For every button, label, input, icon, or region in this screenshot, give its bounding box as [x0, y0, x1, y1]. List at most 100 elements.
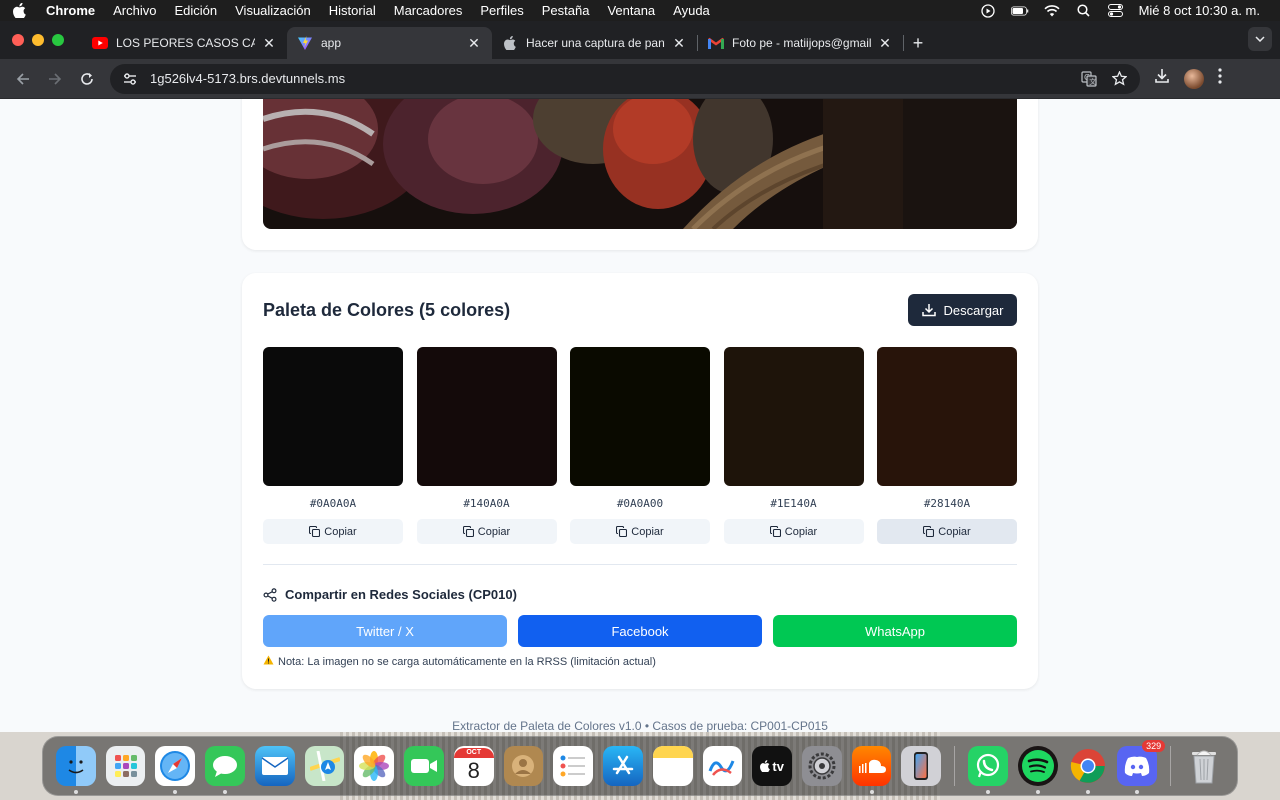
soundcloud-icon[interactable] [851, 746, 892, 794]
url-text[interactable]: 1g526lv4-5173.brs.devtunnels.ms [150, 71, 1070, 86]
copy-button[interactable]: Copiar [723, 519, 864, 544]
divider [263, 564, 1017, 565]
contacts-icon[interactable] [503, 746, 544, 786]
share-section-title: Compartir en Redes Sociales (CP010) [263, 587, 517, 602]
maximize-window-button[interactable] [52, 34, 64, 46]
safari-icon[interactable] [155, 746, 196, 794]
color-swatch[interactable] [416, 347, 557, 486]
menu-edicion[interactable]: Edición [174, 3, 217, 18]
tab-captura[interactable]: Hacer una captura de pantalla ✕ [492, 27, 697, 59]
macos-menu-bar: Chrome Archivo Edición Visualización His… [0, 0, 1280, 21]
iphone-mirroring-icon[interactable] [901, 746, 942, 786]
color-swatch[interactable] [723, 347, 864, 486]
tab-youtube[interactable]: LOS PEORES CASOS CAPTAD ✕ [82, 27, 287, 59]
clock-datetime[interactable]: Mié 8 oct 10:30 a. m. [1139, 3, 1260, 18]
address-bar[interactable]: 1g526lv4-5173.brs.devtunnels.ms G文 [110, 63, 1140, 94]
wifi-icon[interactable] [1043, 4, 1061, 18]
svg-text:文: 文 [1089, 77, 1096, 86]
reload-button[interactable] [72, 64, 102, 94]
whatsapp-icon[interactable] [968, 746, 1008, 794]
close-tab-icon[interactable]: ✕ [466, 35, 482, 52]
tab-search-button[interactable] [1248, 27, 1272, 51]
apple-tv-icon[interactable]: tv [752, 746, 793, 786]
copy-label: Copiar [477, 525, 511, 538]
copy-button[interactable]: Copiar [877, 519, 1017, 544]
facebook-share-button[interactable]: Facebook [518, 615, 762, 647]
freeform-icon[interactable] [702, 746, 743, 786]
menu-ayuda[interactable]: Ayuda [673, 3, 710, 18]
whatsapp-share-button[interactable]: WhatsApp [773, 615, 1017, 647]
facetime-icon[interactable] [404, 746, 444, 786]
forward-button[interactable] [40, 64, 70, 94]
close-tab-icon[interactable]: ✕ [671, 35, 687, 52]
system-settings-icon[interactable] [802, 746, 842, 786]
menu-pestana[interactable]: Pestaña [542, 3, 590, 18]
copy-button[interactable]: Copiar [416, 519, 557, 544]
minimize-window-button[interactable] [32, 34, 44, 46]
discord-notification-badge: 329 [1142, 740, 1166, 752]
tab-title: Foto pe - matiijops@gmail.com [732, 36, 871, 50]
menu-app-name[interactable]: Chrome [46, 3, 95, 18]
copy-icon [462, 526, 474, 537]
maps-icon[interactable] [304, 746, 345, 786]
tab-gmail[interactable]: Foto pe - matiijops@gmail.com ✕ [698, 27, 903, 59]
apple-menu-icon[interactable] [12, 3, 26, 19]
control-center-icon[interactable] [1107, 4, 1125, 18]
arrow-left-icon [16, 72, 29, 85]
battery-icon[interactable] [1010, 4, 1029, 18]
menu-historial[interactable]: Historial [329, 3, 376, 18]
profile-avatar[interactable] [1184, 68, 1204, 89]
spotlight-search-icon[interactable] [1075, 4, 1093, 18]
launchpad-icon[interactable] [105, 746, 146, 786]
color-swatch[interactable] [263, 347, 403, 486]
apple-tv-label: tv [772, 758, 784, 774]
new-tab-button[interactable]: + [904, 27, 932, 59]
close-tab-icon[interactable]: ✕ [877, 35, 893, 52]
bookmark-star-icon[interactable] [1108, 71, 1130, 86]
swatch-grid: #0A0A0A Copiar #140A0A Copiar #0A0A00 Co… [263, 347, 1017, 544]
chrome-icon[interactable] [1068, 746, 1108, 794]
twitter-share-button[interactable]: Twitter / X [263, 615, 507, 647]
menu-perfiles[interactable]: Perfiles [480, 3, 523, 18]
messages-icon[interactable] [205, 746, 245, 794]
reload-icon [81, 72, 93, 85]
translate-icon[interactable]: G文 [1078, 70, 1100, 87]
menu-ventana[interactable]: Ventana [607, 3, 655, 18]
trash-icon[interactable] [1184, 746, 1224, 786]
palette-title: Paleta de Colores (5 colores) [263, 300, 511, 320]
spotify-icon[interactable] [1017, 746, 1058, 794]
menu-archivo[interactable]: Archivo [113, 3, 156, 18]
notes-icon[interactable] [652, 746, 693, 786]
site-settings-icon[interactable] [120, 69, 140, 89]
mail-icon[interactable] [254, 746, 295, 786]
swatch-item: #140A0A Copiar [416, 347, 557, 544]
menu-visualizacion[interactable]: Visualización [235, 3, 311, 18]
menu-marcadores[interactable]: Marcadores [394, 3, 463, 18]
copy-button[interactable]: Copiar [263, 519, 403, 544]
calendar-day: 8 [467, 758, 480, 783]
reminders-icon[interactable] [553, 746, 594, 786]
more-menu-icon[interactable] [1218, 68, 1222, 89]
discord-icon[interactable]: 329 [1117, 740, 1166, 794]
color-swatch[interactable] [877, 347, 1017, 486]
tab-title: app [321, 36, 342, 50]
download-button[interactable]: Descargar [908, 294, 1017, 326]
web-page: Paleta de Colores (5 colores) Descargar … [0, 99, 1280, 732]
youtube-icon [92, 35, 108, 51]
chevron-down-icon [1255, 36, 1265, 42]
photos-icon[interactable] [354, 746, 395, 786]
close-window-button[interactable] [12, 34, 24, 46]
copy-icon [923, 526, 935, 537]
copy-button[interactable]: Copiar [570, 519, 710, 544]
close-tab-icon[interactable]: ✕ [261, 35, 277, 52]
hex-code: #28140A [923, 497, 971, 510]
color-swatch[interactable] [570, 347, 710, 486]
palette-card: Paleta de Colores (5 colores) Descargar … [242, 273, 1038, 689]
calendar-icon[interactable]: OCT 8 [453, 746, 494, 786]
back-button[interactable] [8, 64, 38, 94]
finder-icon[interactable] [56, 746, 96, 794]
tab-app[interactable]: app ✕ [287, 27, 492, 59]
app-store-icon[interactable] [603, 746, 643, 786]
play-icon[interactable] [979, 3, 997, 18]
downloads-icon[interactable] [1154, 68, 1170, 89]
